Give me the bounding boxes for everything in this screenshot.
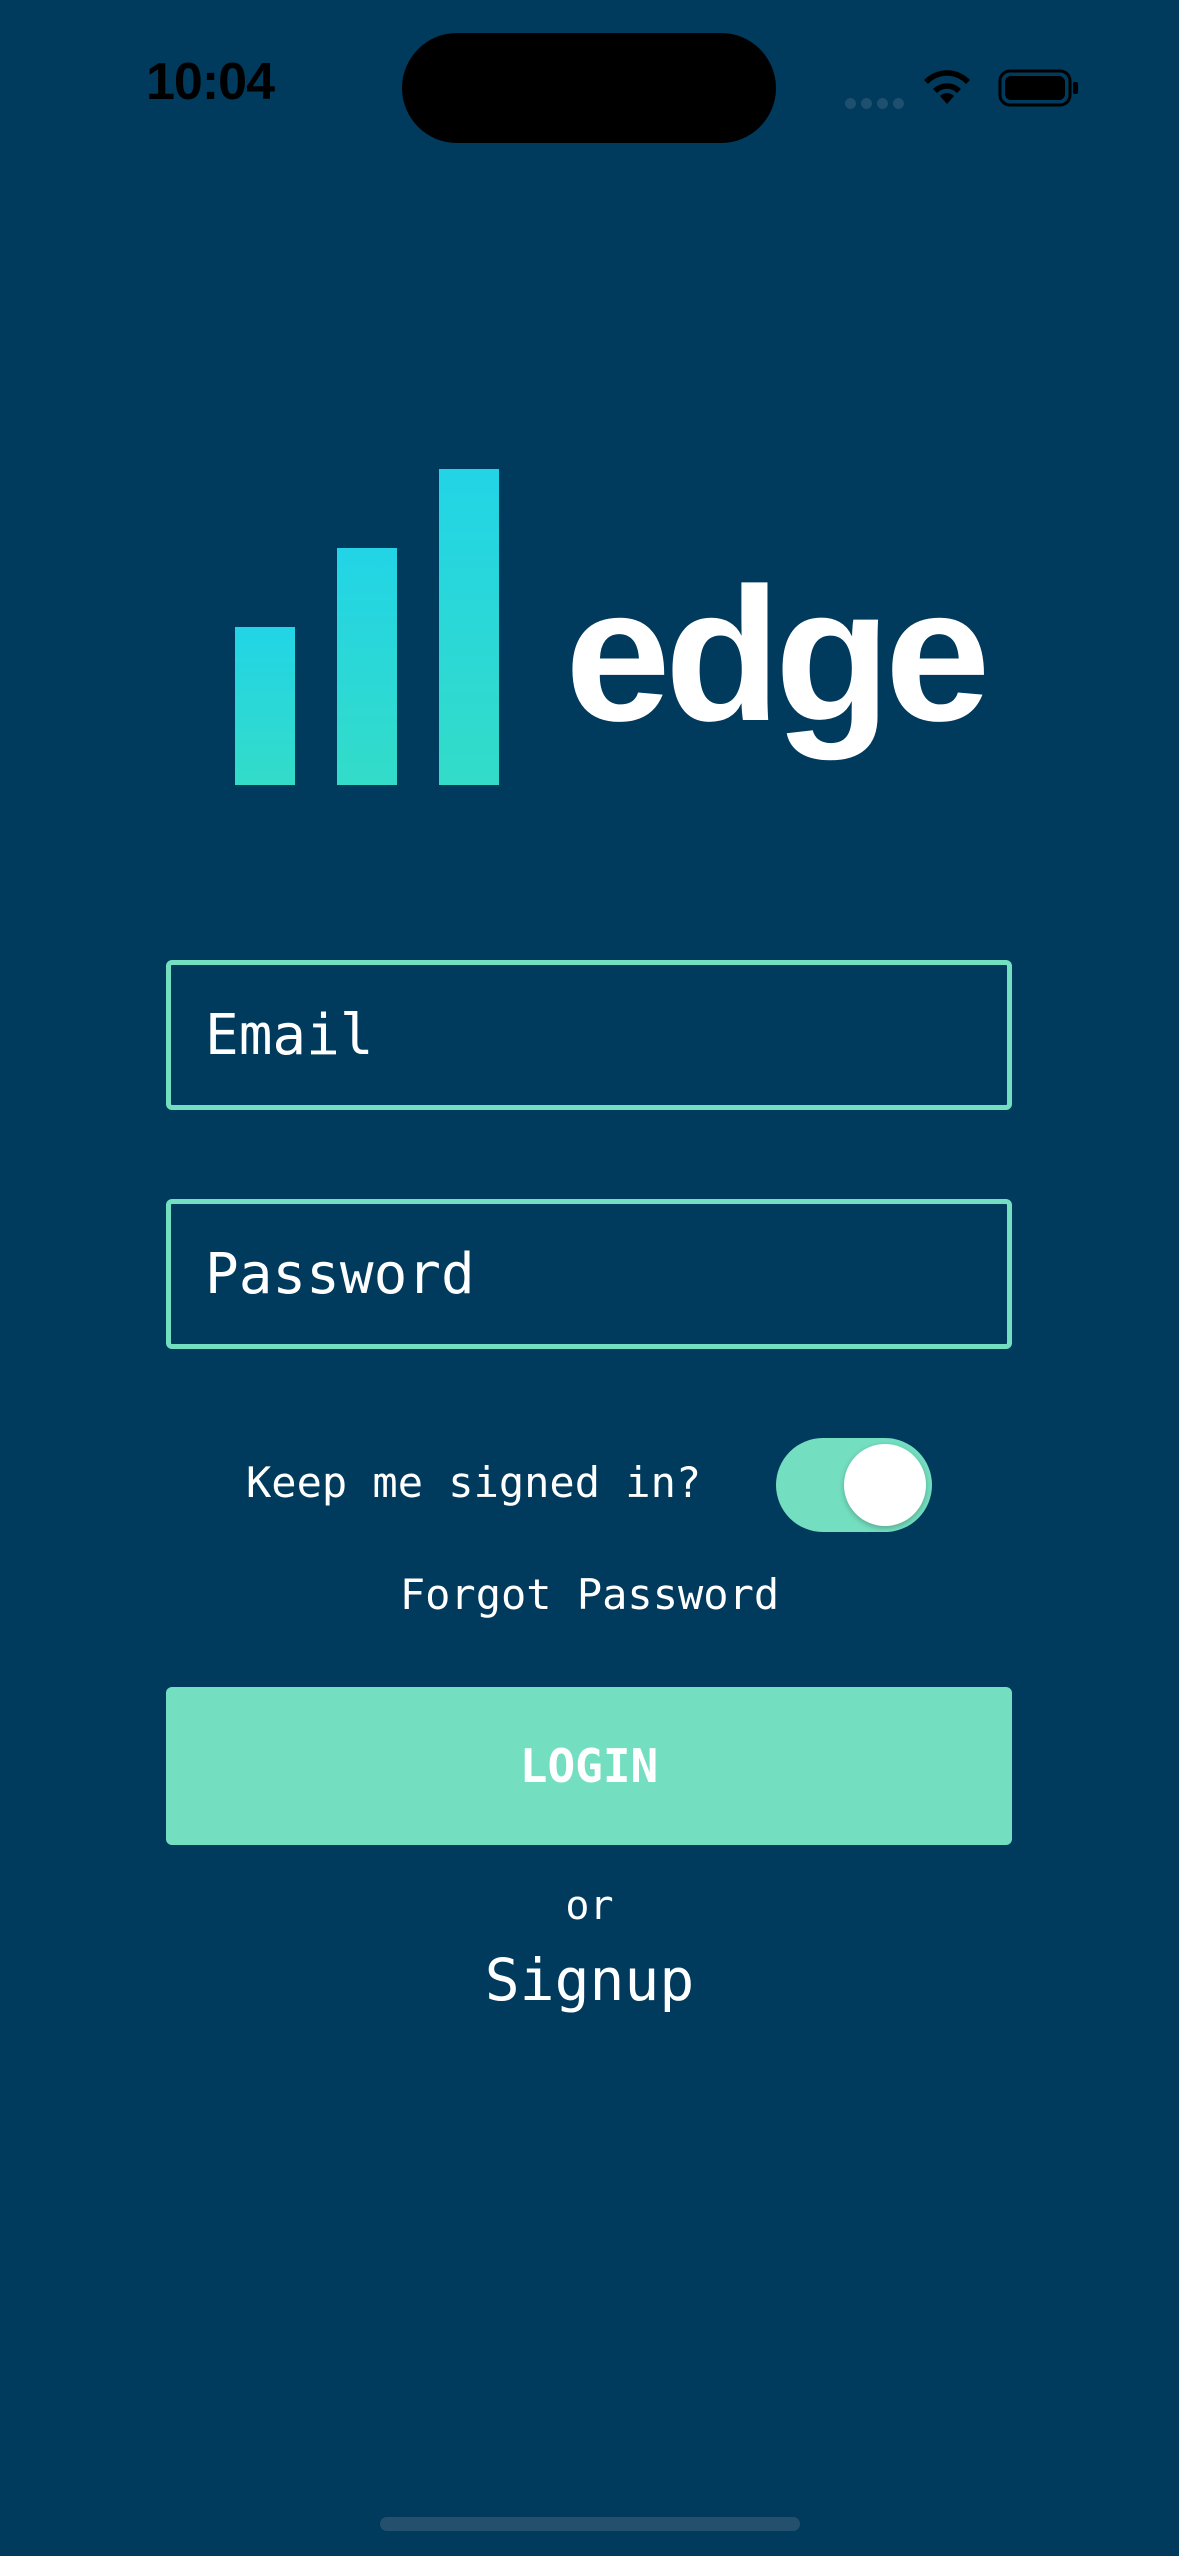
wifi-icon (924, 70, 970, 104)
battery-icon (998, 69, 1078, 107)
toggle-knob (844, 1444, 926, 1526)
forgot-password-link[interactable]: Forgot Password (0, 1570, 1179, 1619)
logo-wordmark: edge (565, 549, 990, 761)
password-field[interactable] (166, 1199, 1012, 1349)
signal-dots-icon (845, 94, 909, 109)
dynamic-island (402, 33, 776, 143)
password-input[interactable] (171, 1204, 1007, 1344)
home-indicator[interactable] (380, 2517, 800, 2531)
email-input[interactable] (171, 965, 1007, 1105)
keep-signed-in-toggle[interactable] (776, 1438, 932, 1532)
email-field[interactable] (166, 960, 1012, 1110)
login-button[interactable]: LOGIN (166, 1687, 1012, 1845)
or-separator: or (565, 1883, 614, 1929)
status-bar-time: 10:04 (146, 53, 275, 111)
signup-link[interactable]: Signup (0, 1946, 1179, 2014)
keep-signed-in-label: Keep me signed in? (246, 1458, 702, 1507)
